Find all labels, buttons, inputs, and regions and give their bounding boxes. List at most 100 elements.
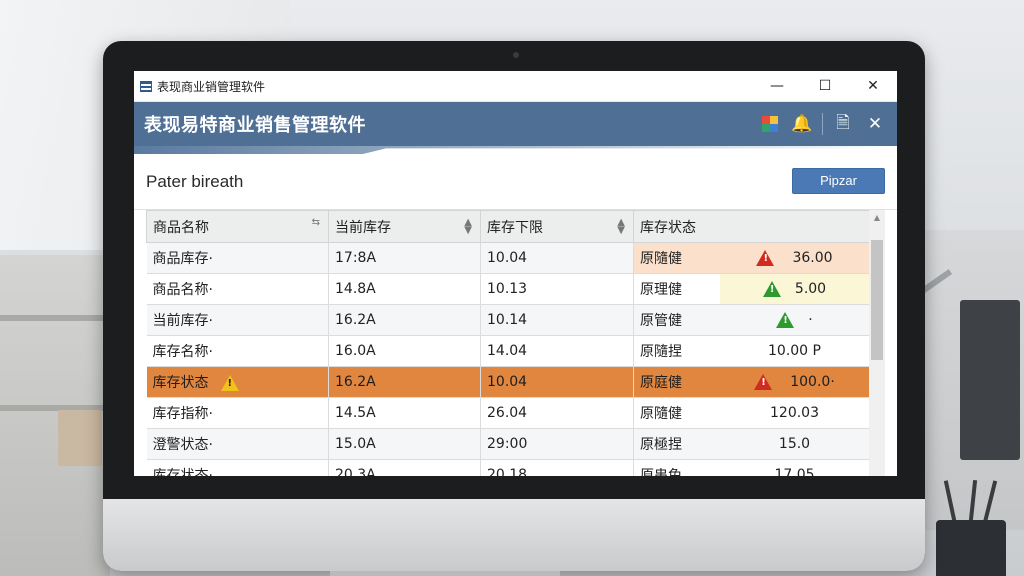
status-value-group: 5.00 bbox=[720, 274, 869, 304]
cell-current-stock: 14.8A bbox=[328, 273, 481, 305]
cell-stock-limit: 26.04 bbox=[480, 397, 634, 429]
status-value: 10.00 P bbox=[768, 343, 821, 359]
maximize-button[interactable]: ☐ bbox=[801, 71, 849, 102]
status-cell-content: 原串免 17.05 bbox=[634, 460, 869, 476]
document-icon[interactable]: 🗎 bbox=[827, 108, 859, 140]
sort-arrows-icon[interactable]: ▲ ▼ bbox=[617, 218, 625, 236]
table-row[interactable]: 库存指称· 14.5A 26.04 原隨健 120.03 bbox=[146, 397, 870, 429]
ok-icon bbox=[762, 281, 781, 297]
stock-limit-value: 10.04 bbox=[487, 374, 528, 390]
cell-stock-limit: 10.14 bbox=[480, 304, 634, 336]
status-label: 原極捏 bbox=[640, 437, 682, 453]
status-value-group: 36.00 bbox=[720, 243, 869, 273]
monitor-chin bbox=[103, 499, 925, 571]
column-header-current-stock[interactable]: 当前库存 ▲ ▼ bbox=[328, 210, 481, 243]
background-books bbox=[58, 410, 102, 466]
status-cell-content: 原隨健 120.03 bbox=[634, 398, 869, 428]
alert-icon bbox=[754, 374, 773, 390]
close-window-button[interactable]: ✕ bbox=[849, 71, 897, 102]
current-stock-value: 16.2A bbox=[335, 374, 376, 390]
current-stock-value: 15.0A bbox=[335, 436, 376, 452]
status-value: 5.00 bbox=[794, 281, 827, 297]
current-stock-value: 16.2A bbox=[335, 312, 376, 328]
scrollbar-thumb[interactable] bbox=[871, 240, 883, 360]
table-row[interactable]: 商品库存· 17:8A 10.04 原隨健 36.00 bbox=[146, 242, 870, 274]
cell-stock-status: 原極捏 15.0 bbox=[633, 428, 870, 460]
status-cell-content: 原庭健 100.0· bbox=[634, 367, 869, 397]
cell-current-stock: 16.2A bbox=[328, 366, 481, 398]
current-stock-value: 14.5A bbox=[335, 405, 376, 421]
toolbar: Pater bireath Pipzar bbox=[134, 146, 897, 210]
table-row[interactable]: 澄警状态· 15.0A 29:00 原極捏 15.0 bbox=[146, 428, 870, 460]
stock-limit-value: 10.14 bbox=[487, 312, 528, 328]
column-header-stock-limit[interactable]: 库存下限 ▲ ▼ bbox=[480, 210, 634, 243]
status-cell-content: 原極捏 15.0 bbox=[634, 429, 869, 459]
status-value-group: · bbox=[720, 305, 869, 335]
alert-icon bbox=[756, 250, 775, 266]
minimize-button[interactable]: — bbox=[753, 71, 801, 102]
cell-stock-limit: 10.13 bbox=[480, 273, 634, 305]
status-cell-content: 原隨健 36.00 bbox=[634, 243, 869, 273]
puzzle-icon[interactable] bbox=[754, 108, 786, 140]
cell-stock-status: 原理健 5.00 bbox=[633, 273, 870, 305]
current-stock-value: 14.8A bbox=[335, 281, 376, 297]
status-value-group: 15.0 bbox=[720, 429, 869, 459]
cell-current-stock: 20.3A bbox=[328, 459, 481, 476]
cell-current-stock: 16.0A bbox=[328, 335, 481, 367]
header-divider bbox=[822, 113, 823, 135]
table-row[interactable]: 库存状态 16.2A 10.04 原庭健 100.0· bbox=[146, 366, 870, 398]
table-row[interactable]: 库存状态· 20.3A 20.18 原串免 17.05 bbox=[146, 459, 870, 476]
window-title: 表现商业销管理软件 bbox=[157, 79, 266, 94]
status-value: 17.05 bbox=[774, 467, 815, 476]
sort-swap-icon[interactable]: ⇆ bbox=[312, 218, 320, 228]
primary-action-button[interactable]: Pipzar bbox=[792, 167, 885, 194]
status-label: 原串免 bbox=[640, 468, 682, 476]
column-header-product-name[interactable]: 商品名称 ⇆ bbox=[146, 210, 329, 243]
scroll-up-arrow-icon[interactable]: ▲ bbox=[869, 210, 885, 226]
product-name: 商品库存· bbox=[152, 251, 213, 267]
table-row[interactable]: 当前库存· 16.2A 10.14 原管健 · bbox=[146, 304, 870, 336]
product-name: 澄警状态· bbox=[152, 437, 213, 453]
header-label: 库存下限 bbox=[487, 219, 543, 236]
stock-limit-value: 14.04 bbox=[487, 343, 528, 359]
sort-arrows-icon[interactable]: ▲ ▼ bbox=[464, 218, 472, 236]
app-header-title: 表现易特商业销售管理软件 bbox=[144, 115, 366, 136]
status-cell-content: 原隨捏 10.00 P bbox=[634, 336, 869, 366]
status-value-group: 120.03 bbox=[720, 398, 869, 428]
cell-current-stock: 14.5A bbox=[328, 397, 481, 429]
stock-limit-value: 29:00 bbox=[487, 436, 528, 452]
bell-icon[interactable]: 🔔 bbox=[786, 108, 818, 140]
current-stock-value: 20.3A bbox=[335, 467, 376, 476]
vertical-scrollbar[interactable]: ▲ bbox=[869, 210, 885, 476]
product-name: 商品名称· bbox=[152, 282, 213, 298]
cell-stock-status: 原串免 17.05 bbox=[633, 459, 870, 476]
cell-stock-limit: 20.18 bbox=[480, 459, 634, 476]
table-row[interactable]: 库存名称· 16.0A 14.04 原隨捏 10.00 P bbox=[146, 335, 870, 367]
column-header-stock-status[interactable]: 库存状态 bbox=[633, 210, 870, 243]
cell-stock-limit: 10.04 bbox=[480, 242, 634, 274]
status-cell-content: 原理健 5.00 bbox=[634, 274, 869, 304]
status-value-group: 10.00 P bbox=[720, 336, 869, 366]
table-row[interactable]: 商品名称· 14.8A 10.13 原理健 5.00 bbox=[146, 273, 870, 305]
cell-stock-limit: 14.04 bbox=[480, 335, 634, 367]
product-name: 库存名称· bbox=[152, 344, 213, 360]
cell-product-name: 库存状态 bbox=[146, 366, 329, 398]
app-logo-icon bbox=[140, 80, 152, 92]
header-close-icon[interactable]: ✕ bbox=[859, 108, 891, 140]
table-header-row: 商品名称 ⇆ 当前库存 ▲ ▼ 库存下限 ▲ ▼ 库存状态 bbox=[146, 210, 870, 243]
shelf-plank bbox=[0, 315, 110, 321]
current-stock-value: 17:8A bbox=[335, 250, 377, 266]
stock-limit-value: 26.04 bbox=[487, 405, 528, 421]
status-label: 原隨健 bbox=[640, 251, 682, 267]
cell-stock-status: 原管健 · bbox=[633, 304, 870, 336]
stock-limit-value: 10.13 bbox=[487, 281, 528, 297]
webcam bbox=[513, 52, 519, 58]
status-value: 36.00 bbox=[792, 250, 833, 266]
product-name: 库存状态· bbox=[152, 468, 213, 476]
app-header: 表现易特商业销售管理软件 🔔 🗎 ✕ bbox=[134, 102, 897, 146]
status-value-group: 17.05 bbox=[720, 460, 869, 476]
status-value: 15.0 bbox=[778, 436, 811, 452]
page-title: Pater bireath bbox=[146, 171, 244, 191]
product-name: 当前库存· bbox=[152, 313, 213, 329]
cell-stock-status: 原庭健 100.0· bbox=[633, 366, 870, 398]
